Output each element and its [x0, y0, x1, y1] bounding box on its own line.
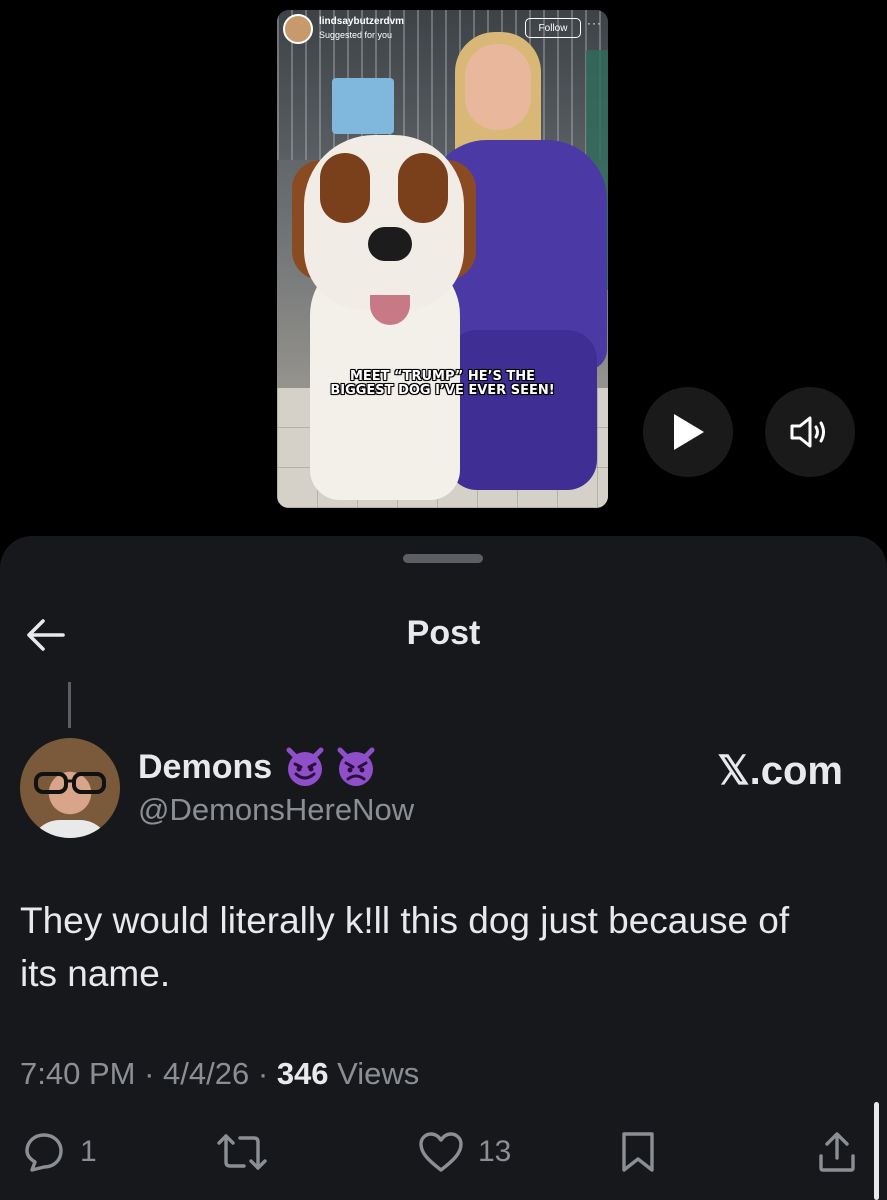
video-account-name[interactable]: lindsaybutzerdvm — [319, 16, 404, 27]
views-count: 346 — [276, 1056, 329, 1091]
thread-connector — [68, 682, 71, 728]
video-caption-line-1: MEET “TRUMP” HE’S THE — [349, 369, 536, 384]
meta-separator: · — [257, 1056, 269, 1091]
repost-button[interactable] — [216, 1124, 282, 1180]
video-caption-line-2: BIGGEST DOG I’VE EVER SEEN! — [330, 383, 555, 398]
video-suggested-label: Suggested for you — [319, 30, 393, 40]
views-label: Views — [337, 1056, 420, 1091]
reply-icon — [25, 1133, 63, 1172]
like-count: 13 — [478, 1135, 512, 1168]
heart-icon — [419, 1132, 463, 1172]
share-button[interactable] — [816, 1124, 858, 1180]
author-display-name[interactable]: Demons — [138, 748, 272, 787]
speaker-icon — [790, 416, 825, 448]
reply-button[interactable]: 1 — [22, 1124, 97, 1180]
blue-sign — [332, 78, 394, 134]
page-title: Post — [406, 614, 481, 652]
sheet-drag-handle[interactable] — [403, 554, 483, 563]
video-more-icon[interactable]: ··· — [587, 16, 602, 30]
saint-bernard-figure — [292, 135, 476, 500]
author-avatar[interactable] — [20, 738, 120, 838]
video-account-avatar[interactable] — [283, 14, 313, 44]
post-time: 7:40 PM — [20, 1056, 136, 1091]
action-bar: 1 13 — [0, 1124, 887, 1184]
author-handle[interactable]: @DemonsHereNow — [138, 792, 414, 828]
like-button[interactable]: 13 — [418, 1124, 511, 1180]
sound-button[interactable] — [765, 387, 855, 477]
post-date: 4/4/26 — [163, 1056, 250, 1091]
post-sheet: Post Demons @DemonsHereNow 𝕏.com They wo… — [0, 536, 887, 1200]
bookmark-icon — [622, 1132, 654, 1172]
bookmark-button[interactable] — [620, 1124, 656, 1180]
repost-icon — [217, 1134, 267, 1170]
meta-separator: · — [144, 1056, 155, 1091]
play-icon — [674, 414, 704, 450]
post-text-line-1: They would literally k!ll this dog just … — [20, 900, 790, 941]
video-caption: MEET “TRUMP” HE’S THE BIGGEST DOG I’VE E… — [277, 370, 608, 398]
smiling-imp-emoji-icon — [283, 744, 327, 788]
post-text: They would literally k!ll this dog just … — [20, 894, 850, 1000]
video-follow-button[interactable]: Follow — [525, 18, 581, 38]
reply-count: 1 — [80, 1135, 97, 1168]
post-meta: 7:40 PM · 4/4/26 · 346 Views — [20, 1056, 419, 1092]
play-button[interactable] — [643, 387, 733, 477]
share-icon — [819, 1132, 855, 1172]
video-thumbnail[interactable]: lindsaybutzerdvm Suggested for you Follo… — [277, 10, 608, 508]
post-text-line-2: its name. — [20, 953, 171, 994]
scrollbar[interactable] — [874, 1102, 879, 1200]
video-header: lindsaybutzerdvm Suggested for you Follo… — [283, 14, 602, 48]
glasses-shape — [34, 772, 106, 794]
angry-imp-emoji-icon — [334, 744, 378, 788]
source-watermark: 𝕏.com — [717, 749, 843, 793]
